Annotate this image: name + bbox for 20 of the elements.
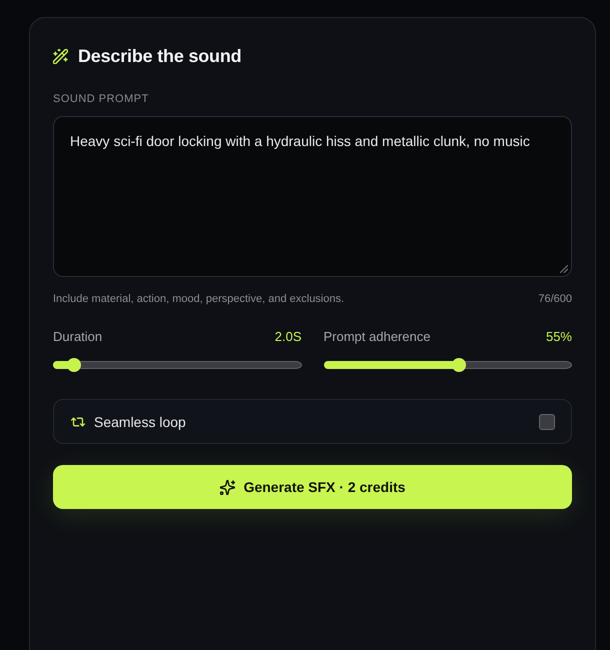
slider-label: Prompt adherence: [324, 329, 430, 345]
slider-thumb[interactable]: [67, 358, 82, 372]
slider-value: 2.0S: [274, 329, 302, 345]
panel-title: Describe the sound: [78, 46, 242, 66]
loop-checkbox[interactable]: [539, 414, 555, 430]
prompt-field[interactable]: Heavy sci-fi door locking with a hydraulic hiss and metallic clunk, no music: [53, 116, 572, 277]
slider-value: 55%: [546, 329, 572, 345]
magic-wand-icon: [53, 48, 68, 64]
generate-button[interactable]: Generate SFX · 2 credits: [53, 465, 572, 509]
sparkles-icon: [220, 480, 235, 494]
loop-label: Seamless loop: [94, 414, 187, 430]
prompt-label: SOUND PROMPT: [53, 92, 150, 106]
prompt-hint: Include material, action, mood, perspective, and exclusions.: [53, 292, 344, 306]
character-counter: 76/600: [538, 292, 572, 306]
repeat-icon: [71, 416, 85, 426]
resize-grip-icon[interactable]: [560, 265, 568, 273]
slider-track[interactable]: [53, 358, 302, 372]
slider-track[interactable]: [324, 358, 572, 372]
slider-thumb[interactable]: [452, 358, 466, 372]
slider-label: Duration: [53, 329, 102, 345]
